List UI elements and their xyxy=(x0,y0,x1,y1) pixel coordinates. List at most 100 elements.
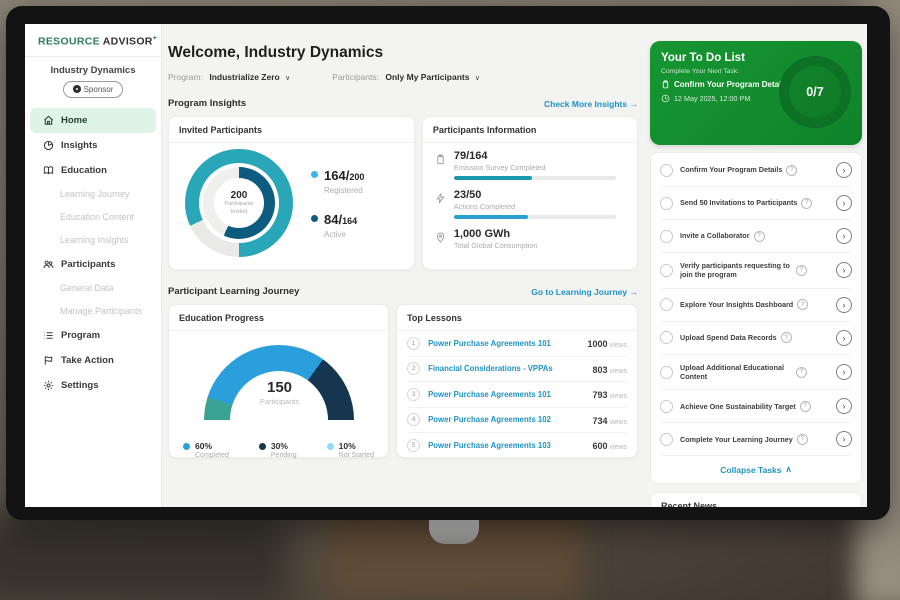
lesson-row: 1 Power Purchase Agreements 101 1000view… xyxy=(407,331,627,357)
task-row[interactable]: Send 50 Invitations to Participants ? › xyxy=(660,187,852,220)
legend-not-started: 10% Not Started xyxy=(327,441,374,459)
help-icon[interactable]: ? xyxy=(781,332,792,343)
sidebar-nav: Home Insights Education Learning Journey… xyxy=(25,108,161,398)
views-label: views xyxy=(609,393,627,400)
go-to-learning-journey-link[interactable]: Go to Learning Journey → xyxy=(531,287,638,297)
task-row[interactable]: Verify participants requesting to join t… xyxy=(660,253,852,289)
program-filter[interactable]: Program: Industrialize Zero ∨ xyxy=(168,72,290,82)
task-open-button[interactable]: › xyxy=(836,262,852,278)
card-title: Education Progress xyxy=(169,305,388,331)
link-label: Go to Learning Journey xyxy=(531,287,627,297)
task-checkbox[interactable] xyxy=(660,264,673,277)
help-icon[interactable]: ? xyxy=(786,165,797,176)
task-checkbox[interactable] xyxy=(660,433,673,446)
collapse-tasks-link[interactable]: Collapse Tasks ∧ xyxy=(660,456,852,482)
task-checkbox[interactable] xyxy=(660,197,673,210)
task-label: Upload Spend Data Records xyxy=(680,333,777,342)
sidebar-item-program[interactable]: Program xyxy=(30,323,156,348)
lesson-views: 1000 xyxy=(587,339,607,349)
legend-label: Pending xyxy=(271,452,297,459)
stat-label: Total Global Consumption xyxy=(454,241,538,250)
task-open-button[interactable]: › xyxy=(836,431,852,447)
stat-label: Actions Completed xyxy=(454,202,616,211)
task-open-button[interactable]: › xyxy=(836,162,852,178)
chevron-right-icon: › xyxy=(843,231,846,241)
help-icon[interactable]: ? xyxy=(796,367,807,378)
sidebar-item-general-data[interactable]: General Data xyxy=(25,277,161,300)
legend-label: Completed xyxy=(195,452,229,459)
task-row[interactable]: Complete Your Learning Journey ? › xyxy=(660,423,852,456)
task-checkbox[interactable] xyxy=(660,298,673,311)
chevron-right-icon: › xyxy=(843,367,846,377)
sidebar-item-learning-journey[interactable]: Learning Journey xyxy=(25,183,161,206)
sidebar-item-education[interactable]: Education xyxy=(30,158,156,183)
sidebar-item-label: Manage Participants xyxy=(60,306,142,316)
todo-panel: Your To Do List Complete Your Next Task:… xyxy=(650,24,862,507)
lesson-link[interactable]: Power Purchase Agreements 101 xyxy=(428,339,579,348)
sidebar-item-insights[interactable]: Insights xyxy=(30,133,156,158)
sidebar-item-home[interactable]: Home xyxy=(30,108,156,133)
clipboard-icon xyxy=(661,80,670,89)
task-row[interactable]: Explore Your Insights Dashboard ? › xyxy=(660,289,852,322)
lesson-link[interactable]: Financial Considerations - VPPAs xyxy=(428,364,584,373)
task-checkbox[interactable] xyxy=(660,164,673,177)
task-checkbox[interactable] xyxy=(660,366,673,379)
task-open-button[interactable]: › xyxy=(836,228,852,244)
chevron-right-icon: › xyxy=(843,198,846,208)
gauge-center-value: 150 xyxy=(169,379,390,396)
education-progress-card: Education Progress 150 Participants xyxy=(168,304,389,458)
task-checkbox[interactable] xyxy=(660,400,673,413)
help-icon[interactable]: ? xyxy=(797,299,808,310)
sidebar-item-education-content[interactable]: Education Content xyxy=(25,206,161,229)
progress-track xyxy=(454,176,616,180)
task-checkbox[interactable] xyxy=(660,230,673,243)
participants-filter-label: Participants: xyxy=(332,72,379,82)
sidebar-item-participants[interactable]: Participants xyxy=(30,252,156,277)
lesson-link[interactable]: Power Purchase Agreements 103 xyxy=(428,441,584,450)
task-open-button[interactable]: › xyxy=(836,330,852,346)
lesson-row: 5 Power Purchase Agreements 103 600views xyxy=(407,433,627,458)
sidebar-item-manage-participants[interactable]: Manage Participants xyxy=(25,300,161,323)
monitor-bezel: RESOURCE ADVISOR+ Industry Dynamics Spon… xyxy=(6,6,890,520)
sidebar-item-label: Take Action xyxy=(61,355,114,366)
help-icon[interactable]: ? xyxy=(797,434,808,445)
legend-label: Not Started xyxy=(339,452,374,459)
list-icon xyxy=(43,330,54,341)
task-open-button[interactable]: › xyxy=(836,398,852,414)
task-open-button[interactable]: › xyxy=(836,364,852,380)
task-checkbox[interactable] xyxy=(660,331,673,344)
task-row[interactable]: Confirm Your Program Details ? › xyxy=(660,154,852,187)
sidebar-item-settings[interactable]: Settings xyxy=(30,373,156,398)
participants-filter-value[interactable]: Only My Participants xyxy=(385,72,469,82)
lesson-link[interactable]: Power Purchase Agreements 102 xyxy=(428,415,584,424)
task-open-button[interactable]: › xyxy=(836,297,852,313)
task-row[interactable]: Achieve One Sustainability Target ? › xyxy=(660,390,852,423)
task-open-button[interactable]: › xyxy=(836,195,852,211)
chevron-right-icon: › xyxy=(843,401,846,411)
clipboard-icon xyxy=(435,154,446,165)
sidebar-item-learning-insights[interactable]: Learning Insights xyxy=(25,229,161,252)
help-icon[interactable]: ? xyxy=(800,401,811,412)
donut-legend: 164/200 Registered 84/164 Active xyxy=(311,167,364,239)
sidebar-item-take-action[interactable]: Take Action xyxy=(30,348,156,373)
program-filter-value[interactable]: Industrialize Zero xyxy=(209,72,279,82)
participants-filter[interactable]: Participants: Only My Participants ∨ xyxy=(332,72,480,82)
check-more-insights-link[interactable]: Check More Insights → xyxy=(544,99,638,109)
insights-icon xyxy=(43,140,54,151)
task-label: Send 50 Invitations to Participants xyxy=(680,198,797,207)
gauge-center-label: Participants xyxy=(169,397,390,406)
task-row[interactable]: Invite a Collaborator ? › xyxy=(660,220,852,253)
help-icon[interactable]: ? xyxy=(754,231,765,242)
legend-value: 60% xyxy=(195,441,229,451)
task-row[interactable]: Upload Additional Educational Content ? … xyxy=(660,355,852,391)
help-icon[interactable]: ? xyxy=(796,265,807,276)
lesson-link[interactable]: Power Purchase Agreements 101 xyxy=(428,390,584,399)
legend-value-sub: 164 xyxy=(342,216,357,226)
progress-fill xyxy=(454,176,532,180)
task-row[interactable]: Upload Spend Data Records ? › xyxy=(660,322,852,355)
chevron-right-icon: › xyxy=(843,300,846,310)
help-icon[interactable]: ? xyxy=(801,198,812,209)
sidebar-item-label: Participants xyxy=(61,259,115,270)
sidebar-item-label: Settings xyxy=(61,380,98,391)
invited-donut-body: 200 Participants Invited 164/200 Registe xyxy=(169,143,414,263)
